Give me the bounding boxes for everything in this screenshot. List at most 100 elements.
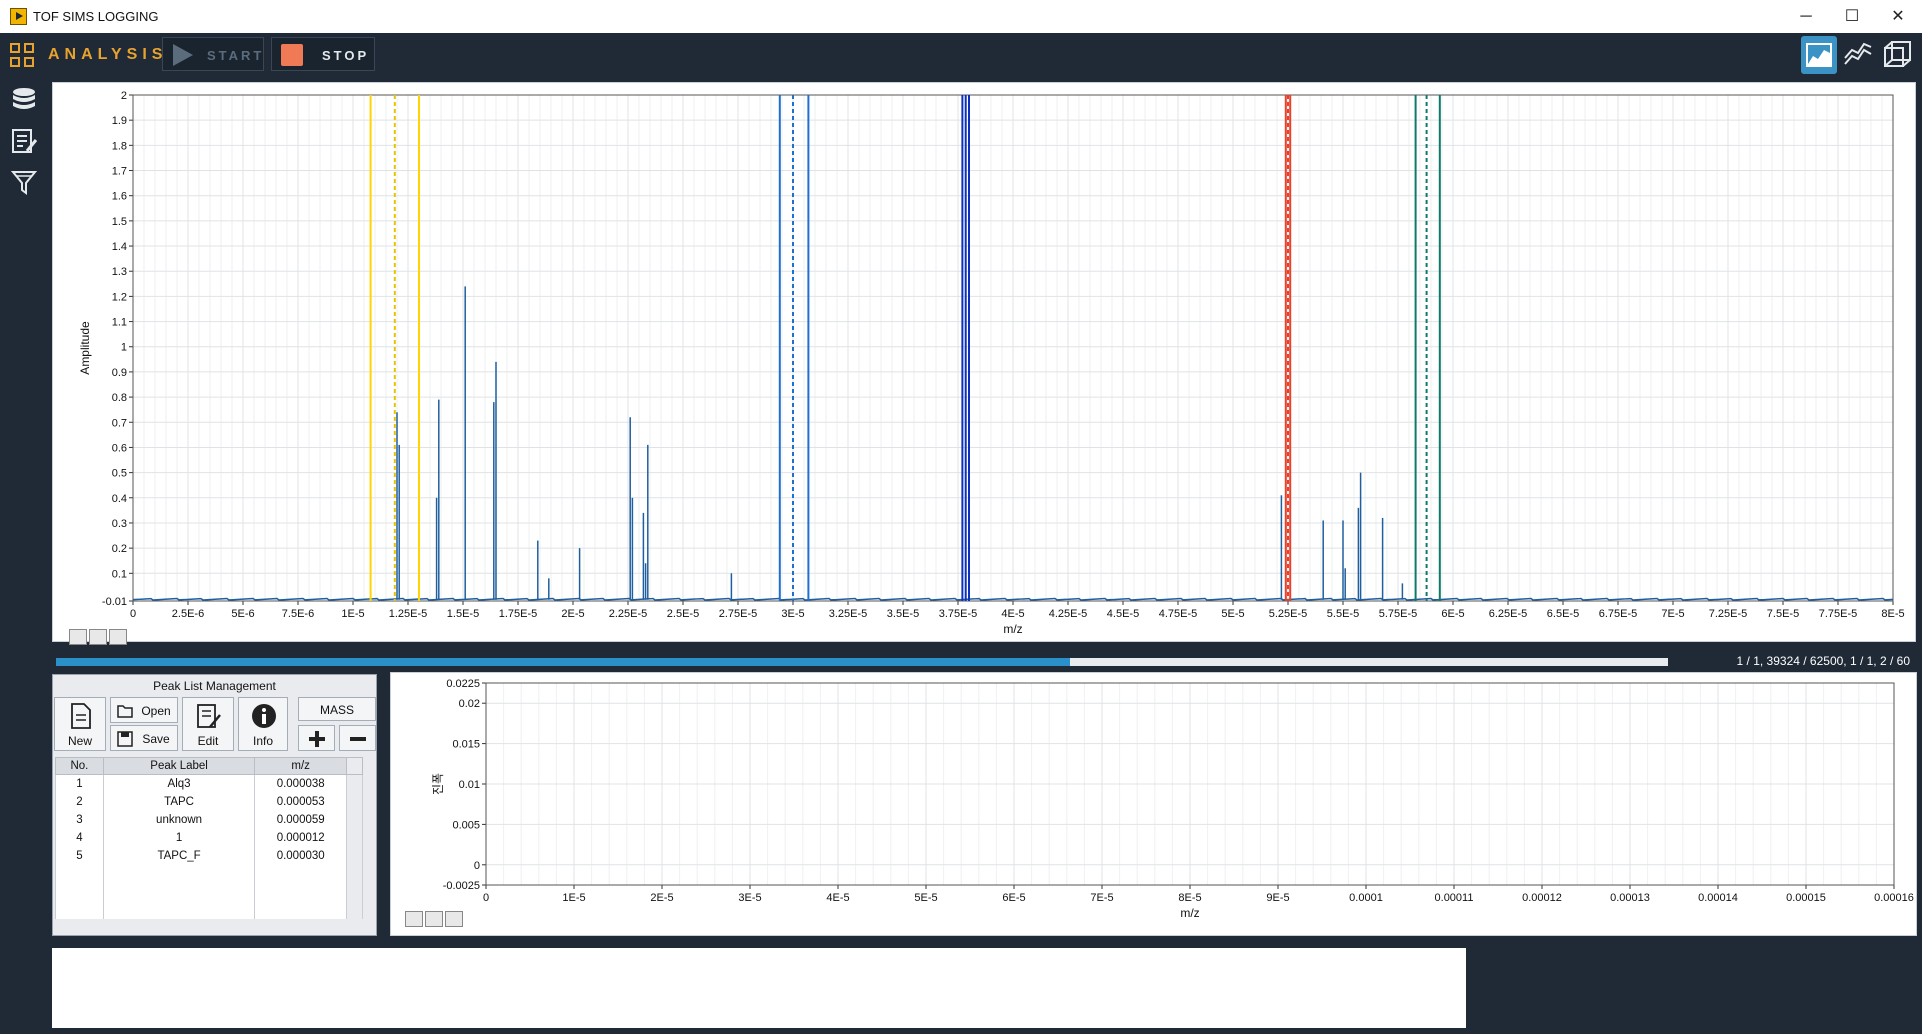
new-file-icon: [71, 703, 91, 729]
peak-label-cell[interactable]: unknown: [102, 810, 256, 829]
peak-no-cell[interactable]: 4: [55, 828, 104, 847]
x-tick-label: 2.25E-5: [609, 608, 648, 620]
stop-button[interactable]: STOP: [271, 37, 375, 71]
line-chart-view-button[interactable]: [1840, 36, 1876, 74]
start-button[interactable]: START: [162, 37, 264, 71]
progress-text: 1 / 1, 39324 / 62500, 1 / 1, 2 / 60: [1736, 654, 1910, 668]
x-tick-label: 5E-6: [231, 608, 254, 620]
peak-no-cell[interactable]: 2: [55, 792, 104, 811]
add-mass-button[interactable]: [298, 725, 335, 751]
x-tick-label: 2.5E-5: [667, 608, 699, 620]
analysis-grid-icon: [10, 43, 36, 69]
info-label: Info: [252, 734, 273, 748]
info-button[interactable]: Info: [238, 697, 288, 751]
peak-row[interactable]: 4 1 0.000012: [55, 828, 363, 847]
close-button[interactable]: ✕: [1878, 4, 1918, 30]
peak-label-cell[interactable]: 1: [102, 828, 256, 847]
y-tick-label: 0.9: [112, 367, 127, 379]
empty-cell: [346, 900, 363, 919]
area-chart-view-button[interactable]: [1801, 36, 1837, 74]
edit-button[interactable]: Edit: [182, 697, 234, 751]
y-tick-label: 0: [474, 860, 480, 872]
y-tick-label: 1.6: [112, 191, 127, 203]
y-tick-label: 0.0225: [446, 678, 480, 690]
detail-pan-tool-icon[interactable]: [445, 911, 463, 927]
peak-no-cell[interactable]: 5: [55, 846, 104, 865]
mass-button[interactable]: MASS: [298, 697, 376, 721]
minus-icon: [350, 737, 366, 741]
pan-tool-icon[interactable]: [109, 629, 127, 645]
new-label: New: [67, 734, 92, 748]
maximize-button[interactable]: ☐: [1832, 4, 1872, 30]
peak-no-cell[interactable]: 3: [55, 810, 104, 829]
x-tick-label: 7.25E-5: [1709, 608, 1748, 620]
x-tick-label: 5E-5: [1221, 608, 1244, 620]
scrollbar-track[interactable]: [346, 846, 363, 865]
detail-chart[interactable]: 0 1E-5 2E-5 3E-5 4E-5 5E-5 6E-5 7E-5 8E-5 9E-5 0.0…: [391, 673, 1918, 937]
detail-plot-panel[interactable]: 0 1E-5 2E-5 3E-5 4E-5 5E-5 6E-5 7E-5 8E-5 9E-5 0.0…: [390, 672, 1917, 936]
x-tick-label: 0: [483, 892, 489, 904]
edit-list-icon[interactable]: [10, 127, 38, 155]
y-tick-label: 2: [121, 90, 127, 102]
plot-tool-palette[interactable]: [69, 629, 127, 645]
scrollbar-track[interactable]: [346, 810, 363, 829]
scrollbar-track[interactable]: [346, 774, 363, 793]
peak-label-cell[interactable]: TAPC: [102, 792, 256, 811]
x-tick-label: 5.75E-5: [1379, 608, 1418, 620]
3d-view-button[interactable]: [1879, 36, 1915, 74]
peak-no-cell[interactable]: 1: [55, 774, 104, 793]
peak-row[interactable]: 1 Alq3 0.000038: [55, 774, 363, 793]
area-chart-icon: [1806, 43, 1832, 67]
detail-zoom-tool-icon[interactable]: [425, 911, 443, 927]
peak-mz-cell[interactable]: 0.000038: [254, 774, 348, 793]
zoom-tool-icon[interactable]: [89, 629, 107, 645]
x-tick-label: 0.00016: [1874, 892, 1914, 904]
detail-cursor-tool-icon[interactable]: [405, 911, 423, 927]
save-button[interactable]: Save: [110, 725, 178, 751]
col-header-label[interactable]: Peak Label: [102, 757, 256, 775]
database-icon[interactable]: [10, 86, 38, 114]
cursor-tool-icon[interactable]: [69, 629, 87, 645]
peak-label-cell[interactable]: TAPC_F: [102, 846, 256, 865]
x-axis-label: m/z: [1180, 906, 1199, 920]
peak-row[interactable]: 2 TAPC 0.000053: [55, 792, 363, 811]
col-header-mz[interactable]: m/z: [254, 757, 348, 775]
new-button[interactable]: New: [54, 697, 106, 751]
y-axis-label: Amplitude: [78, 321, 92, 375]
edit-icon: [197, 704, 221, 728]
x-tick-label: 3E-5: [738, 892, 761, 904]
detail-plot-tool-palette[interactable]: [405, 911, 463, 927]
progress-fill: [56, 658, 1071, 666]
x-axis-label: m/z: [1003, 622, 1022, 636]
remove-mass-button[interactable]: [339, 725, 376, 751]
play-icon: [173, 44, 193, 66]
x-tick-label: 8E-5: [1881, 608, 1904, 620]
peak-label-cell[interactable]: Alq3: [102, 774, 256, 793]
spectrum-chart[interactable]: 0 2.5E-6 5E-6 7.5E-6 1E-5 1.25E-5 1.5E-5 1.75E-…: [53, 83, 1917, 643]
peak-row[interactable]: 5 TAPC_F 0.000030: [55, 846, 363, 865]
filter-icon[interactable]: [10, 168, 38, 196]
x-tick-label: 0.00015: [1786, 892, 1826, 904]
y-tick-label: 0.015: [452, 739, 480, 751]
peak-table[interactable]: No. Peak Label m/z 1 Alq3 0.000038 2 TAPC 0.0…: [55, 757, 363, 919]
empty-row: [55, 900, 363, 919]
peak-mz-cell[interactable]: 0.000012: [254, 828, 348, 847]
x-tick-label: 7.5E-6: [282, 608, 314, 620]
x-tick-label: 0.00011: [1435, 892, 1474, 904]
peak-mz-cell[interactable]: 0.000053: [254, 792, 348, 811]
open-button[interactable]: Open: [110, 697, 178, 723]
line-chart-icon: [1844, 42, 1872, 65]
log-area[interactable]: [52, 948, 1466, 1028]
peak-mz-cell[interactable]: 0.000059: [254, 810, 348, 829]
y-tick-label: 0.4: [112, 493, 127, 505]
empty-cell: [102, 900, 256, 919]
peak-row[interactable]: 3 unknown 0.000059: [55, 810, 363, 829]
scrollbar-track[interactable]: [346, 828, 363, 847]
col-header-no[interactable]: No.: [55, 757, 104, 775]
scrollbar-track[interactable]: [346, 792, 363, 811]
x-tick-label: 1E-5: [341, 608, 364, 620]
minimize-button[interactable]: ─: [1786, 4, 1826, 30]
peak-mz-cell[interactable]: 0.000030: [254, 846, 348, 865]
table-scrollbar[interactable]: [346, 757, 363, 775]
spectrum-plot-panel[interactable]: 0 2.5E-6 5E-6 7.5E-6 1E-5 1.25E-5 1.5E-5 1.75E-…: [52, 82, 1917, 645]
